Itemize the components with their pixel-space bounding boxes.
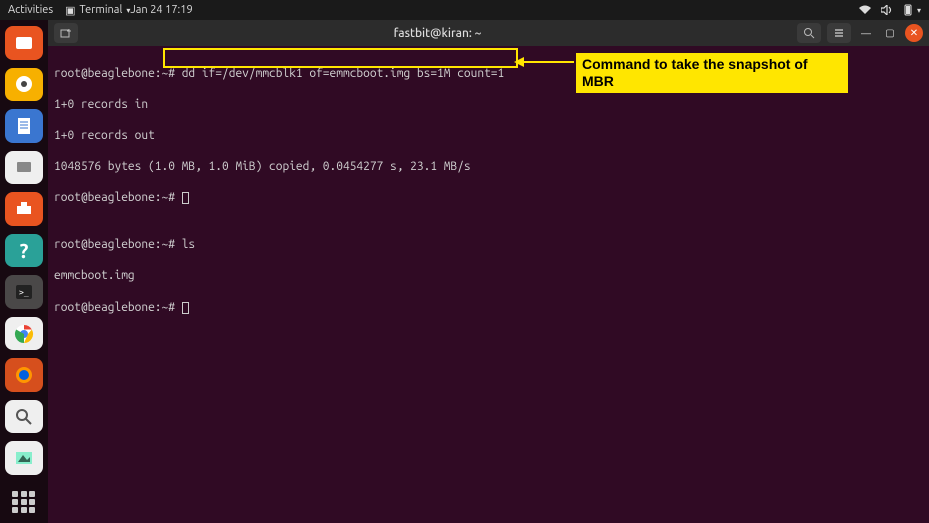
firefox-icon[interactable] bbox=[5, 358, 43, 392]
software-icon[interactable] bbox=[5, 192, 43, 226]
terminal-window: fastbit@kiran: ~ ― ▢ ✕ root@beaglebone:~… bbox=[48, 20, 929, 523]
output-line: emmcboot.img bbox=[54, 268, 923, 284]
show-apps-icon[interactable] bbox=[12, 491, 36, 513]
cursor-icon bbox=[182, 302, 189, 314]
rhythmbox-icon[interactable] bbox=[5, 68, 43, 102]
topbar: Activities ▣ Terminal ▾ Jan 24 17:19 ▾ bbox=[0, 0, 929, 20]
output-line: 1048576 bytes (1.0 MB, 1.0 MiB) copied, … bbox=[54, 159, 923, 175]
svg-text:>_: >_ bbox=[19, 288, 29, 297]
minimize-button[interactable]: ― bbox=[857, 24, 875, 42]
chevron-down-icon: ▾ bbox=[917, 6, 921, 15]
new-tab-button[interactable] bbox=[54, 23, 78, 43]
command-text: ls bbox=[182, 238, 195, 251]
chrome-icon[interactable] bbox=[5, 317, 43, 351]
terminal-output[interactable]: root@beaglebone:~# dd if=/dev/mmcblk1 of… bbox=[48, 46, 929, 523]
output-line: 1+0 records in bbox=[54, 97, 923, 113]
maximize-button[interactable]: ▢ bbox=[881, 24, 899, 42]
current-app-menu[interactable]: ▣ Terminal ▾ bbox=[65, 4, 130, 17]
shotwell-icon[interactable] bbox=[5, 441, 43, 475]
power-menu[interactable]: ▾ bbox=[903, 4, 921, 16]
clock[interactable]: Jan 24 17:19 bbox=[130, 4, 859, 16]
output-line: 1+0 records out bbox=[54, 128, 923, 144]
nautilus-icon[interactable] bbox=[5, 151, 43, 185]
activities-button[interactable]: Activities bbox=[8, 4, 53, 16]
annotation-arrow-icon bbox=[522, 61, 574, 63]
window-title: fastbit@kiran: ~ bbox=[84, 27, 791, 40]
prompt: root@beaglebone:~# bbox=[54, 191, 182, 204]
prompt: root@beaglebone:~# bbox=[54, 238, 182, 251]
magnifier-icon[interactable] bbox=[5, 400, 43, 434]
terminal-menu-icon: ▣ bbox=[65, 4, 75, 17]
cursor-icon bbox=[182, 192, 189, 204]
annotation-text: Command to take the snapshot of MBR bbox=[582, 56, 808, 89]
annotation-callout: Command to take the snapshot of MBR bbox=[576, 53, 848, 93]
files-app-icon[interactable] bbox=[5, 26, 43, 60]
close-button[interactable]: ✕ bbox=[905, 24, 923, 42]
dock: ? >_ bbox=[0, 20, 48, 523]
network-icon[interactable] bbox=[859, 5, 871, 15]
command-text: dd if=/dev/mmcblk1 of=emmcboot.img bs=1M… bbox=[182, 67, 505, 80]
menu-button[interactable] bbox=[827, 23, 851, 43]
volume-icon[interactable] bbox=[881, 5, 893, 15]
prompt: root@beaglebone:~# bbox=[54, 67, 182, 80]
writer-icon[interactable] bbox=[5, 109, 43, 143]
current-app-label: Terminal bbox=[80, 4, 123, 16]
titlebar: fastbit@kiran: ~ ― ▢ ✕ bbox=[48, 20, 929, 46]
search-button[interactable] bbox=[797, 23, 821, 43]
prompt: root@beaglebone:~# bbox=[54, 301, 182, 314]
help-icon[interactable]: ? bbox=[5, 234, 43, 268]
terminal-app-icon[interactable]: >_ bbox=[5, 275, 43, 309]
